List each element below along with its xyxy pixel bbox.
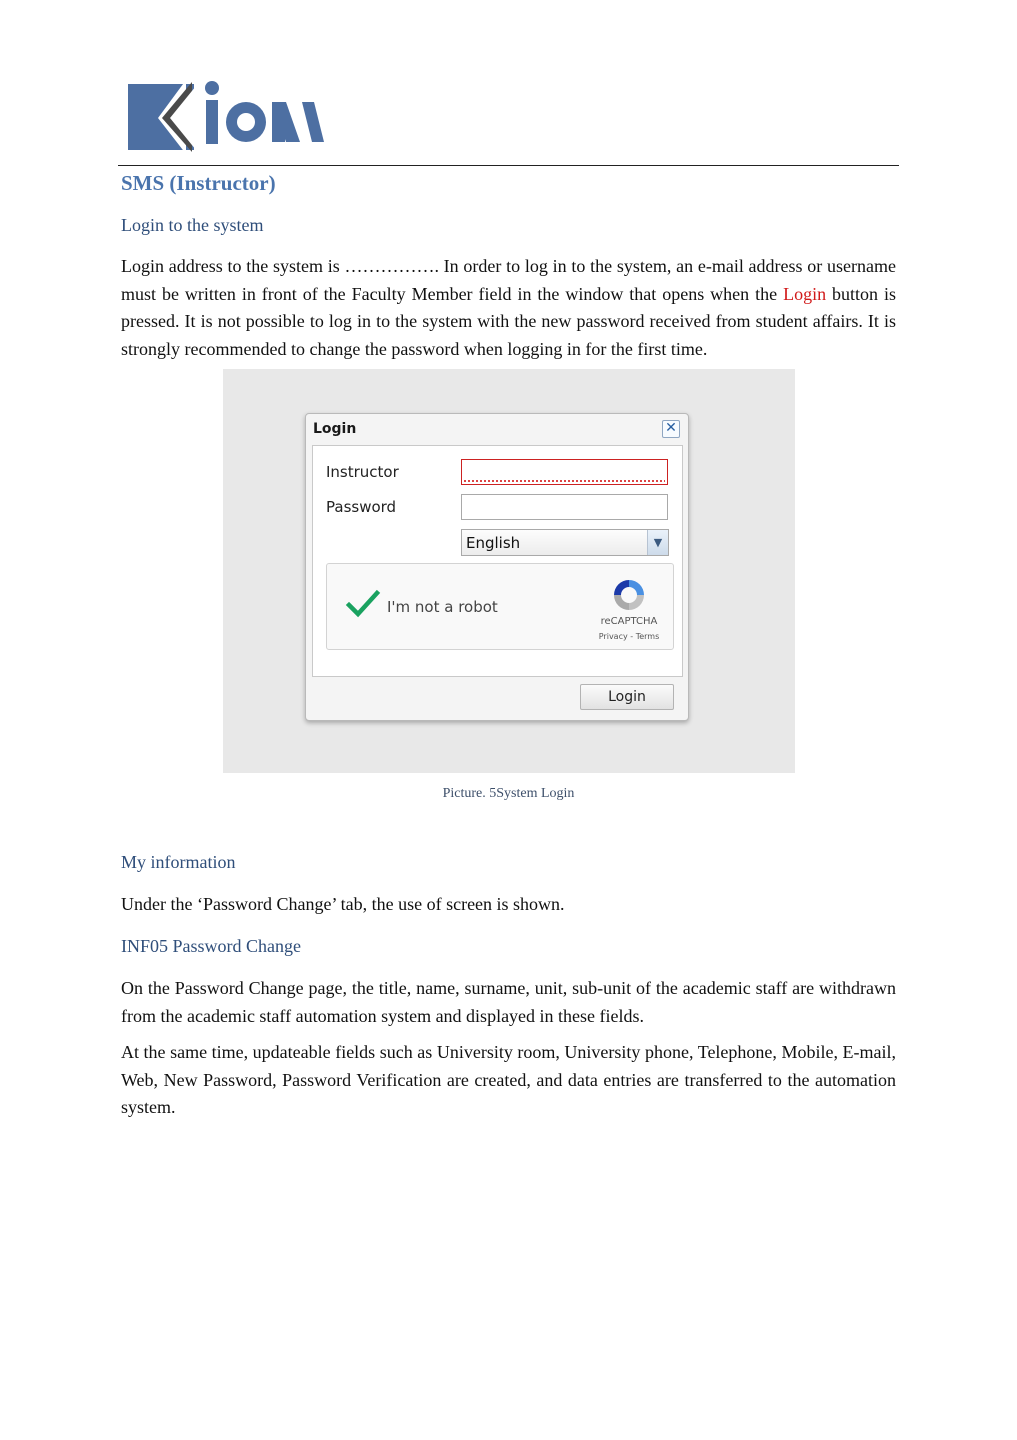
recaptcha-brand: reCAPTCHA bbox=[600, 616, 658, 627]
chevron-down-icon[interactable]: ▼ bbox=[647, 530, 668, 555]
language-selected: English bbox=[466, 534, 521, 552]
checkmark-icon[interactable] bbox=[345, 586, 381, 622]
instructor-label: Instructor bbox=[326, 463, 399, 481]
login-link-text: Login bbox=[783, 283, 827, 304]
language-select[interactable]: English ▼ bbox=[461, 529, 669, 556]
recaptcha-icon bbox=[614, 580, 644, 610]
kion-logo bbox=[128, 80, 324, 154]
instructor-input[interactable] bbox=[461, 459, 668, 485]
login-button[interactable]: Login bbox=[580, 684, 674, 710]
close-icon[interactable]: ✕ bbox=[662, 420, 680, 438]
password-change-heading: INF05 Password Change bbox=[121, 936, 301, 956]
password-input[interactable] bbox=[461, 494, 668, 520]
my-information-heading: My information bbox=[121, 852, 236, 872]
dialog-body: Instructor Password English ▼ I'm not a … bbox=[312, 445, 683, 677]
login-heading: Login to the system bbox=[121, 215, 264, 235]
login-screenshot: Login ✕ Instructor Password English ▼ I'… bbox=[223, 369, 795, 773]
login-dialog: Login ✕ Instructor Password English ▼ I'… bbox=[305, 413, 689, 721]
login-paragraph-start: Login address to the system is ……………. In… bbox=[121, 256, 896, 304]
header-rule bbox=[118, 165, 899, 166]
password-label: Password bbox=[326, 498, 397, 516]
my-information-paragraph: Under the ‘Password Change’ tab, the use… bbox=[121, 894, 565, 914]
recaptcha-box[interactable]: I'm not a robot reCAPTCHA Privacy - Term… bbox=[326, 563, 674, 650]
figure-caption: Picture. 5System Login bbox=[442, 786, 575, 801]
login-paragraph: Login address to the system is ……………. In… bbox=[121, 253, 896, 363]
password-change-paragraph-1: On the Password Change page, the title, … bbox=[121, 978, 896, 1026]
section-title: SMS (Instructor) bbox=[121, 171, 276, 195]
password-change-paragraph-2: At the same time, updateable fields such… bbox=[121, 1042, 896, 1118]
captcha-label: I'm not a robot bbox=[387, 598, 498, 616]
recaptcha-links[interactable]: Privacy - Terms bbox=[579, 632, 679, 641]
dialog-title: Login bbox=[313, 421, 357, 437]
